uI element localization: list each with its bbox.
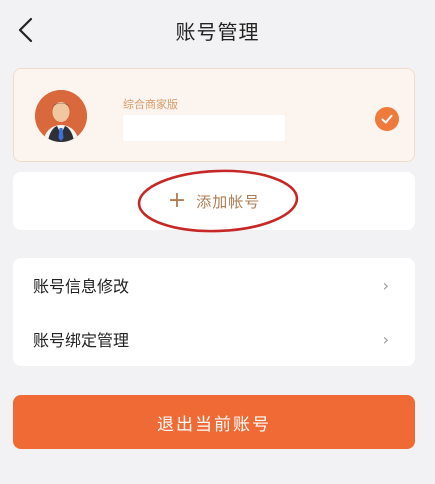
chevron-left-icon xyxy=(18,17,33,43)
logout-label: 退出当前账号 xyxy=(157,414,271,435)
settings-list: 账号信息修改 › 账号绑定管理 › xyxy=(13,258,415,366)
settings-item-label: 账号信息修改 xyxy=(33,277,130,296)
check-icon xyxy=(381,114,393,124)
person-avatar-icon xyxy=(35,90,87,142)
settings-item-account-info[interactable]: 账号信息修改 › xyxy=(13,258,415,312)
settings-item-label: 账号绑定管理 xyxy=(33,331,130,350)
back-button[interactable] xyxy=(8,12,44,48)
selected-check-badge xyxy=(375,107,399,131)
avatar xyxy=(35,90,87,142)
account-management-page: 账号管理 综合商家版 + 添加帐号 账号信息修改 › 账号绑定管理 › 退出当前… xyxy=(0,0,435,484)
account-name-redacted xyxy=(123,115,285,141)
chevron-right-icon: › xyxy=(382,275,389,295)
current-account-card[interactable]: 综合商家版 xyxy=(13,68,415,162)
page-title: 账号管理 xyxy=(175,19,260,44)
chevron-right-icon: › xyxy=(382,329,389,349)
header: 账号管理 xyxy=(0,0,435,60)
add-account-button[interactable]: + 添加帐号 xyxy=(13,172,415,230)
add-account-card: + 添加帐号 xyxy=(13,172,415,230)
logout-button[interactable]: 退出当前账号 xyxy=(13,395,415,449)
add-account-label: 添加帐号 xyxy=(196,192,261,211)
edition-label: 综合商家版 xyxy=(123,98,178,111)
settings-item-account-binding[interactable]: 账号绑定管理 › xyxy=(13,312,415,366)
plus-icon: + xyxy=(167,188,187,213)
